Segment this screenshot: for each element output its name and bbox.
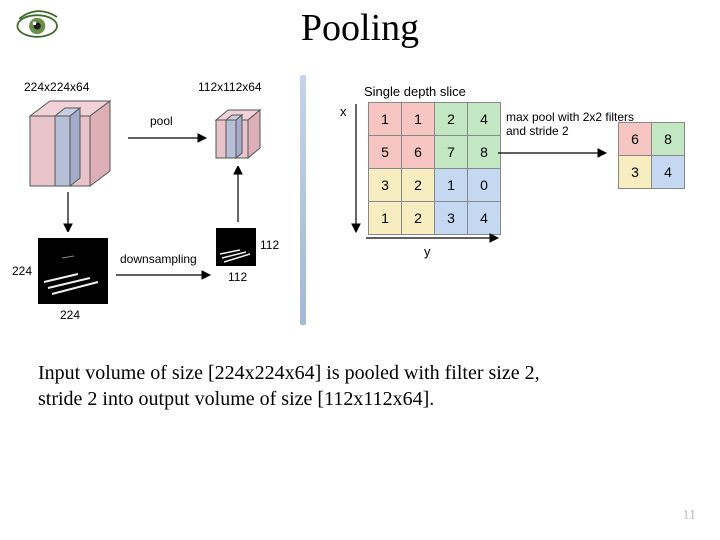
downarrow-left [58, 192, 78, 232]
caption-line-2: stride 2 into output volume of size [112… [38, 388, 434, 410]
input-grid: 1 1 2 4 5 6 7 8 3 2 1 0 1 2 3 4 [368, 102, 501, 235]
output-volume-label: 112x112x64 [198, 80, 262, 94]
output-image-thumb [216, 228, 256, 266]
cell-2-3: 0 [468, 169, 501, 202]
out-1-1: 4 [652, 156, 685, 189]
output-grid: 6 8 3 4 [618, 122, 685, 189]
pool-label: pool [150, 114, 173, 128]
downsampling-label: downsampling [120, 252, 197, 266]
cell-0-1: 1 [402, 103, 435, 136]
cell-3-0: 1 [369, 202, 402, 235]
out-0-0: 6 [619, 123, 652, 156]
cell-1-1: 6 [402, 136, 435, 169]
pool-arrow [128, 128, 208, 148]
pool-desc-2: and stride 2 [506, 124, 569, 140]
out-1-0: 3 [619, 156, 652, 189]
cell-2-1: 2 [402, 169, 435, 202]
cell-1-2: 7 [435, 136, 468, 169]
cell-3-3: 4 [468, 202, 501, 235]
cell-0-2: 2 [435, 103, 468, 136]
input-volume-label: 224x224x64 [24, 80, 89, 94]
caption-text: Input volume of size [224x224x64] is poo… [38, 360, 678, 412]
uparrow-right [228, 166, 248, 222]
downsample-arrow [116, 268, 212, 282]
x-axis-arrow [350, 104, 362, 234]
caption-line-1: Input volume of size [224x224x64] is poo… [38, 362, 540, 384]
slice-title: Single depth slice [364, 84, 466, 99]
out-0-1: 8 [652, 123, 685, 156]
cell-3-2: 3 [435, 202, 468, 235]
input-image-thumb [38, 238, 108, 304]
page-number: 11 [683, 508, 696, 524]
output-image-w: 112 [228, 270, 247, 284]
cell-3-1: 2 [402, 202, 435, 235]
cell-0-3: 4 [468, 103, 501, 136]
x-axis-label: x [340, 104, 347, 119]
diagram-area: 224x224x64 112x112x64 pool downsampling [0, 80, 720, 340]
cell-0-0: 1 [369, 103, 402, 136]
cell-1-0: 5 [369, 136, 402, 169]
input-image-h: 224 [12, 264, 32, 278]
output-image-h: 112 [260, 238, 279, 252]
y-axis-label: y [424, 244, 431, 259]
cell-2-2: 1 [435, 169, 468, 202]
cell-1-3: 8 [468, 136, 501, 169]
page-title: Pooling [0, 6, 720, 50]
output-volume-box [210, 106, 280, 166]
input-image-w: 224 [60, 308, 80, 322]
cell-2-0: 3 [369, 169, 402, 202]
y-axis-arrow [366, 232, 500, 244]
input-volume-box [20, 96, 130, 196]
maxpool-arrow [498, 146, 608, 160]
